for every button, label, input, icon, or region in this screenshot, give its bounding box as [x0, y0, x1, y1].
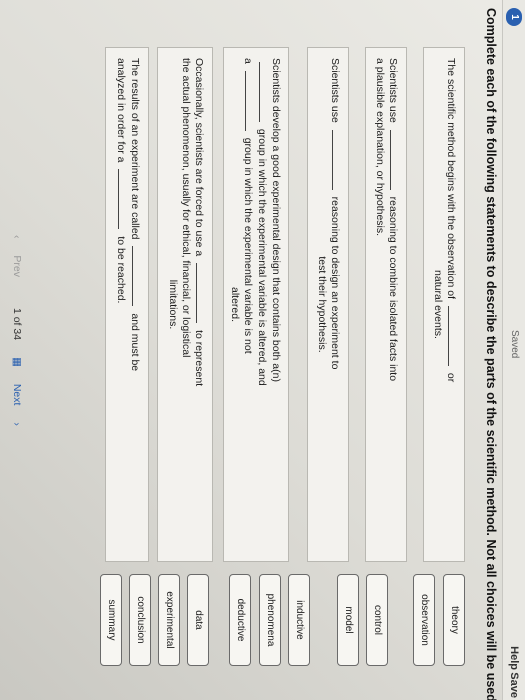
answer-blank[interactable] — [245, 70, 255, 131]
answer-blank[interactable] — [332, 129, 342, 190]
statement-text: The results of an experiment are called — [129, 58, 141, 240]
save-link[interactable]: Save — [508, 672, 520, 698]
help-link[interactable]: Help — [508, 646, 520, 670]
answer-blank[interactable] — [196, 263, 206, 324]
statement-text: test their hypothesis. — [316, 256, 328, 353]
statement-text: reasoning to design an experiment to — [329, 196, 341, 370]
choice-inductive[interactable]: inductive — [288, 574, 310, 666]
statement-text: to be reached. — [115, 236, 127, 304]
choice-summary[interactable]: summary — [100, 574, 122, 666]
question-badge: 1 — [506, 8, 522, 26]
statement-text: limitations. — [167, 279, 179, 330]
statement-text: altered. — [229, 286, 241, 323]
statement-text: a plausible explanation, or hypothesis. — [374, 58, 386, 237]
statement-text: Occasionally, scientists are forced to u… — [193, 58, 205, 257]
statement-text: Scientists use — [329, 58, 341, 123]
grid-icon[interactable]: ▦ — [11, 357, 23, 367]
statement-text: group in which the experimental variable… — [242, 137, 254, 354]
statement-4: Scientists develop a good experimental d… — [223, 47, 289, 562]
choice-deductive[interactable]: deductive — [229, 574, 251, 666]
statement-text: or — [445, 372, 457, 383]
statement-text: group in which the experimental variable… — [256, 128, 268, 386]
statement-text: The scientific method begins with the ob… — [445, 58, 457, 300]
statement-text: Scientists develop a good experimental d… — [270, 58, 282, 382]
answer-blank[interactable] — [448, 305, 458, 366]
choice-experimental[interactable]: experimental — [158, 574, 180, 666]
statement-text: a — [242, 58, 254, 64]
chevron-right-icon: › — [11, 422, 23, 426]
choice-data[interactable]: data — [187, 574, 209, 666]
answer-blank[interactable] — [259, 62, 269, 122]
statement-1: The scientific method begins with the ob… — [423, 47, 465, 562]
statement-5: Occasionally, scientists are forced to u… — [157, 47, 213, 562]
chevron-left-icon: ‹ — [11, 235, 23, 239]
choice-theory[interactable]: theory — [443, 574, 465, 666]
statement-text: natural events. — [432, 270, 444, 339]
statement-text: analyzed in order for a — [115, 58, 127, 163]
statement-2: Scientists use reasoning to combine isol… — [365, 47, 407, 562]
statement-3: Scientists use reasoning to design an ex… — [307, 47, 349, 562]
answer-blank[interactable] — [390, 129, 400, 190]
statement-text: reasoning to combine isolated facts into — [387, 196, 399, 382]
choice-phenomena[interactable]: phenomena — [259, 574, 281, 666]
choice-model[interactable]: model — [337, 574, 359, 666]
next-label: Next — [11, 383, 23, 406]
pagination: ‹ Prev 1 of 34 ▦ Next › — [11, 235, 23, 454]
prev-button[interactable]: ‹ Prev — [11, 235, 23, 294]
page-indicator: 1 of 34 — [11, 307, 23, 341]
statement-text: Scientists use — [387, 58, 399, 123]
statement-text: to represent — [193, 330, 205, 387]
answer-blank[interactable] — [132, 246, 142, 307]
choice-control[interactable]: control — [366, 574, 388, 666]
top-bar: 1 Saved Help Save — [502, 0, 525, 700]
statement-text: and must be — [129, 313, 141, 372]
prev-label: Prev — [11, 255, 23, 278]
next-button[interactable]: Next › — [11, 384, 23, 440]
statement-text: the actual phenomenon, usually for ethic… — [180, 58, 192, 358]
instruction-text: Complete each of the following statement… — [484, 8, 498, 700]
statement-6: The results of an experiment are called … — [105, 47, 149, 562]
saved-status: Saved — [509, 330, 520, 359]
choice-conclusion[interactable]: conclusion — [129, 574, 151, 666]
answer-blank[interactable] — [118, 169, 128, 230]
choice-observation[interactable]: observation — [413, 574, 435, 666]
quiz-stage: 1 Saved Help Save Complete each of the f… — [0, 0, 525, 700]
